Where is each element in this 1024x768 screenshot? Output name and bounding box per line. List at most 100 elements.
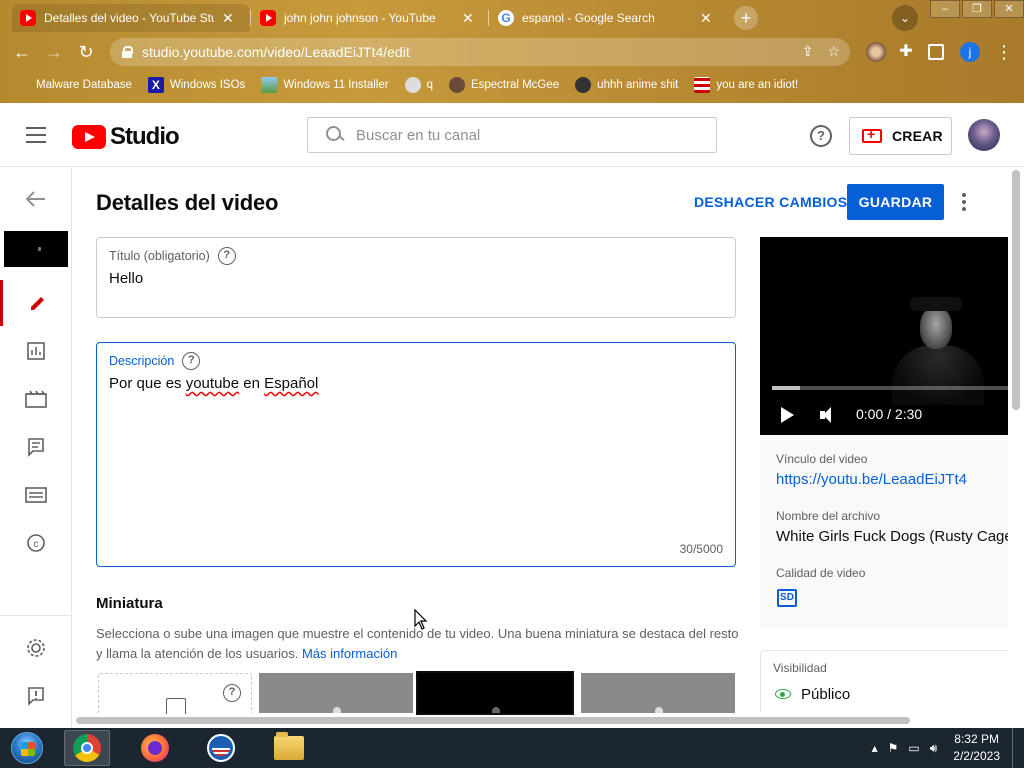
thumbnail-option[interactable] bbox=[259, 673, 413, 713]
chevron-up-icon[interactable]: ▴ bbox=[872, 741, 878, 755]
share-icon[interactable]: ⇪ bbox=[802, 43, 814, 60]
bookmark-item[interactable]: Malware Database bbox=[14, 77, 132, 93]
lock-icon bbox=[122, 46, 133, 58]
new-tab-button[interactable]: + bbox=[734, 6, 758, 30]
nav-subtitles-icon[interactable] bbox=[0, 472, 72, 518]
bookmark-label: Malware Database bbox=[36, 79, 132, 91]
taskbar-app[interactable] bbox=[198, 730, 244, 766]
side-panel-icon[interactable] bbox=[928, 44, 944, 60]
more-icon[interactable]: ⋮ bbox=[992, 40, 1016, 64]
horizontal-scrollbar[interactable] bbox=[76, 717, 910, 724]
menu-icon[interactable] bbox=[26, 127, 46, 143]
video-thumbnail[interactable] bbox=[4, 231, 68, 267]
volume-icon[interactable]: 🔊︎ bbox=[930, 741, 938, 756]
play-icon[interactable] bbox=[781, 407, 794, 423]
taskbar-firefox[interactable] bbox=[132, 730, 178, 766]
extension-avatar-icon[interactable] bbox=[866, 42, 886, 62]
video-link[interactable]: https://youtu.be/LeaadEiJTt4 bbox=[776, 471, 967, 488]
folder-icon bbox=[274, 732, 304, 760]
face-icon bbox=[448, 77, 465, 93]
help-icon[interactable]: ? bbox=[810, 125, 832, 147]
video-frame bbox=[892, 345, 984, 405]
thumbnail-option[interactable] bbox=[581, 673, 735, 713]
close-window-button[interactable]: ✕ bbox=[994, 0, 1024, 18]
start-button[interactable] bbox=[4, 730, 50, 766]
tab-title: Detalles del video - YouTube Stu bbox=[44, 11, 214, 25]
help-icon[interactable]: ? bbox=[217, 247, 236, 265]
title-field-label: Título (obligatorio) ? bbox=[109, 247, 236, 265]
maximize-button[interactable]: ❐ bbox=[962, 0, 992, 18]
avatar[interactable] bbox=[968, 119, 1000, 151]
close-icon[interactable]: ✕ bbox=[222, 10, 234, 27]
bookmark-item[interactable]: q bbox=[404, 77, 433, 93]
studio-logo[interactable]: Studio bbox=[72, 123, 180, 151]
tab-separator bbox=[488, 10, 489, 26]
reload-icon[interactable]: ↻ bbox=[74, 40, 98, 64]
save-button[interactable]: GUARDAR bbox=[847, 184, 944, 220]
misspelled-word: Español bbox=[264, 375, 319, 392]
windows-logo-icon bbox=[11, 732, 43, 764]
bookmark-item[interactable]: Windows 11 Installer bbox=[261, 77, 389, 93]
back-icon[interactable]: ← bbox=[10, 40, 34, 64]
bookmark-item[interactable]: you are an idiot! bbox=[694, 77, 798, 93]
help-icon[interactable]: ? bbox=[182, 352, 201, 370]
star-icon[interactable]: ☆ bbox=[827, 43, 840, 60]
nav-copyright-icon[interactable]: c bbox=[0, 520, 72, 566]
description-value[interactable]: Por que es youtube en Español bbox=[109, 375, 318, 392]
character-counter: 30/5000 bbox=[679, 542, 723, 556]
bookmark-item[interactable]: uhhh anime shit bbox=[575, 77, 678, 93]
nav-divider bbox=[0, 615, 72, 616]
clock[interactable]: 8:32 PM 2/2/2023 bbox=[953, 731, 1000, 765]
clock-time: 8:32 PM bbox=[954, 732, 999, 746]
bookmark-item[interactable]: Espectral McGee bbox=[448, 77, 559, 93]
minimize-button[interactable]: ‒ bbox=[930, 0, 960, 18]
title-value[interactable]: Hello bbox=[109, 270, 143, 287]
progress-bar[interactable] bbox=[772, 386, 1008, 390]
nav-details-icon[interactable] bbox=[0, 280, 72, 326]
thumbnail-heading: Miniatura bbox=[96, 595, 163, 612]
undo-changes-button[interactable]: DESHACER CAMBIOS bbox=[694, 194, 847, 210]
label-text: Título (obligatorio) bbox=[109, 249, 210, 263]
search-input[interactable] bbox=[356, 126, 676, 144]
network-icon[interactable]: ▭ bbox=[908, 741, 919, 755]
create-button[interactable]: CREAR bbox=[849, 117, 952, 155]
description-field[interactable]: Descripción ? Por que es youtube en Espa… bbox=[96, 342, 736, 567]
tab-studio[interactable]: Detalles del video - YouTube Stu ✕ bbox=[12, 4, 250, 32]
flag-icon[interactable]: ⚑ bbox=[888, 741, 899, 755]
face-icon bbox=[404, 77, 421, 93]
bookmark-item[interactable]: X Windows ISOs bbox=[147, 77, 245, 93]
upload-thumbnail-button[interactable]: ? bbox=[98, 673, 252, 714]
bookmark-label: uhhh anime shit bbox=[597, 79, 679, 91]
more-options-icon[interactable] bbox=[956, 190, 972, 214]
address-bar[interactable]: studio.youtube.com/video/LeaadEiJTt4/edi… bbox=[110, 38, 850, 66]
vertical-scrollbar[interactable] bbox=[1012, 170, 1020, 410]
puzzle-icon[interactable]: ✚ bbox=[896, 42, 916, 62]
profile-avatar[interactable]: j bbox=[960, 42, 980, 62]
chevron-down-icon[interactable]: ⌄ bbox=[892, 5, 918, 31]
nav-editor-icon[interactable] bbox=[0, 376, 72, 422]
nav-analytics-icon[interactable] bbox=[0, 328, 72, 374]
description-text: Por que es bbox=[109, 375, 186, 392]
sd-quality-badge: SD bbox=[777, 589, 797, 607]
help-icon[interactable]: ? bbox=[223, 684, 241, 702]
thumbnail-option[interactable] bbox=[416, 671, 574, 715]
volume-icon[interactable] bbox=[820, 405, 840, 425]
search-icon bbox=[324, 125, 344, 145]
back-arrow-icon[interactable] bbox=[0, 176, 72, 222]
taskbar-chrome[interactable] bbox=[64, 730, 110, 766]
tab-google[interactable]: G espanol - Google Search ✕ bbox=[490, 4, 726, 32]
settings-gear-icon[interactable] bbox=[0, 625, 72, 671]
nav-comments-icon[interactable] bbox=[0, 424, 72, 470]
tab-youtube[interactable]: john john johnson - YouTube ✕ bbox=[252, 4, 488, 32]
title-field[interactable]: Título (obligatorio) ? Hello bbox=[96, 237, 736, 318]
show-desktop-button[interactable] bbox=[1012, 728, 1024, 768]
feedback-icon[interactable] bbox=[0, 673, 72, 719]
close-icon[interactable]: ✕ bbox=[700, 10, 712, 27]
more-info-link[interactable]: Más información bbox=[302, 646, 397, 661]
close-icon[interactable]: ✕ bbox=[462, 10, 474, 27]
taskbar-explorer[interactable] bbox=[266, 730, 312, 766]
forward-icon[interactable]: → bbox=[42, 40, 66, 64]
video-player[interactable]: 0:00 / 2:30 bbox=[760, 237, 1008, 435]
visibility-card[interactable]: Visibilidad Público bbox=[760, 650, 1008, 712]
channel-search[interactable] bbox=[307, 117, 717, 153]
